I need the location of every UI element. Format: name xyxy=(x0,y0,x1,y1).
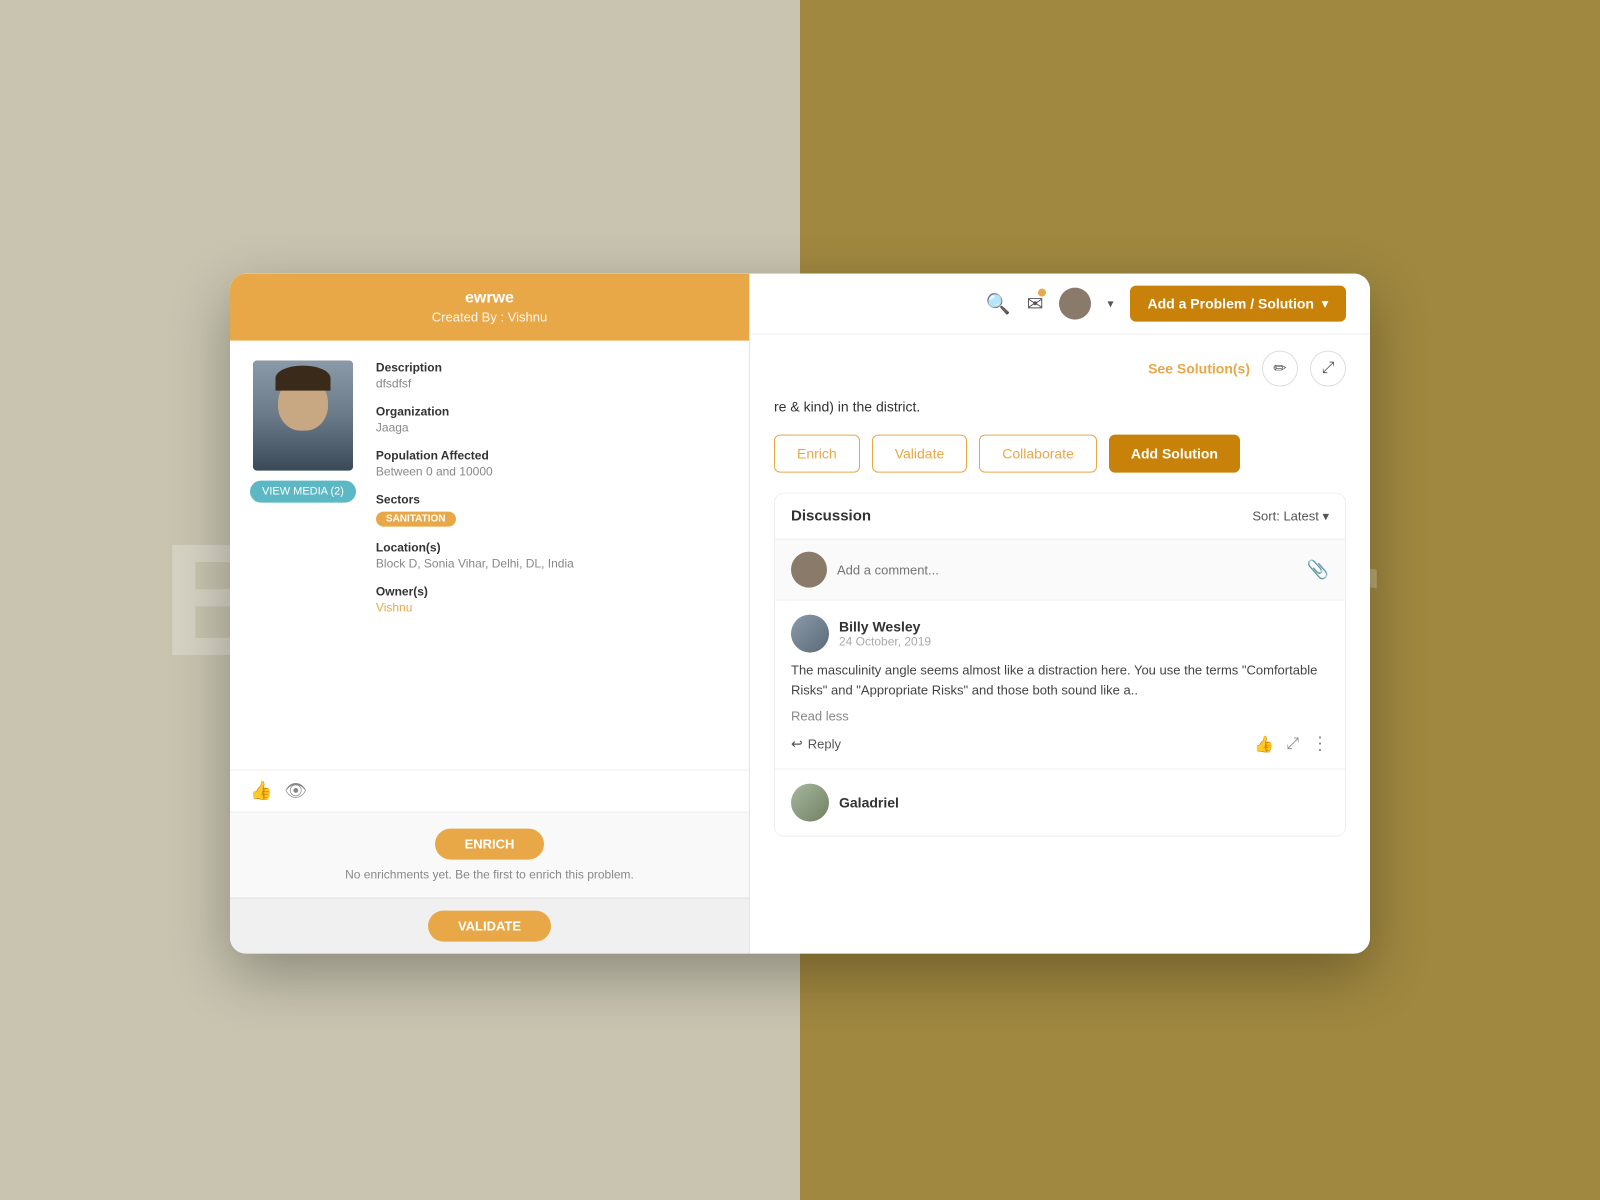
comment-date: 24 October, 2019 xyxy=(839,635,931,649)
action-buttons: Enrich Validate Collaborate Add Solution xyxy=(774,435,1346,473)
comment-more-button[interactable]: ⋮ xyxy=(1311,734,1329,755)
see-solutions-link[interactable]: See Solution(s) xyxy=(1148,361,1250,377)
validate-large-button[interactable]: VALIDATE xyxy=(428,911,551,942)
sector-badge: SANITATION xyxy=(376,512,456,527)
right-panel: 🔍 ✉ ▾ Add a Problem / Solution ▾ See Sol… xyxy=(750,274,1370,954)
view-media-button[interactable]: VIEW MEDIA (2) xyxy=(250,481,356,503)
comment-card-preview: Galadriel xyxy=(775,770,1345,836)
comment-avatar-galadriel xyxy=(791,784,829,822)
details-section: Description dfsdfsf Organization Jaaga P… xyxy=(376,361,729,750)
enrich-button[interactable]: Enrich xyxy=(774,435,860,473)
organization-row: Organization Jaaga xyxy=(376,405,729,435)
person-face-illustration xyxy=(253,361,353,471)
add-solution-button[interactable]: Add Solution xyxy=(1109,435,1240,473)
problem-title: ewrwe xyxy=(250,290,729,308)
comment-card: Billy Wesley 24 October, 2019 The mascul… xyxy=(775,601,1345,770)
comment-username: Billy Wesley xyxy=(839,619,931,635)
main-container: ewrwe Created By : Vishnu VIEW MEDIA (2)… xyxy=(230,274,1370,954)
view-icon-button[interactable]: 👁 xyxy=(284,781,307,802)
comment-share-button[interactable]: ⤢ xyxy=(1286,735,1299,753)
read-less-link[interactable]: Read less xyxy=(791,709,849,724)
description-value: dfsdfsf xyxy=(376,377,729,391)
current-user-avatar xyxy=(791,552,827,588)
enrich-section: ENRICH No enrichments yet. Be the first … xyxy=(230,812,749,898)
add-problem-button[interactable]: Add a Problem / Solution ▾ xyxy=(1130,286,1346,322)
location-row: Location(s) Block D, Sonia Vihar, Delhi,… xyxy=(376,541,729,571)
chevron-down-icon[interactable]: ▾ xyxy=(1107,297,1113,311)
bottom-bar: 👍 👁 xyxy=(230,770,749,812)
collaborate-button[interactable]: Collaborate xyxy=(979,435,1097,473)
comment-user-row-galadriel: Galadriel xyxy=(791,784,1329,822)
problem-description-text: re & kind) in the district. xyxy=(774,399,1346,415)
population-value: Between 0 and 10000 xyxy=(376,465,729,479)
comment-user-row: Billy Wesley 24 October, 2019 xyxy=(791,615,1329,653)
comment-avatar-billy xyxy=(791,615,829,653)
location-label: Location(s) xyxy=(376,541,729,555)
like-icon-button[interactable]: 👍 xyxy=(250,781,272,802)
user-avatar[interactable] xyxy=(1059,288,1091,320)
location-value: Block D, Sonia Vihar, Delhi, DL, India xyxy=(376,557,729,571)
add-problem-chevron: ▾ xyxy=(1322,297,1328,311)
search-icon[interactable]: 🔍 xyxy=(986,291,1011,316)
comment-user-info: Billy Wesley 24 October, 2019 xyxy=(839,619,931,649)
owner-row: Owner(s) Vishnu xyxy=(376,585,729,615)
validate-section: VALIDATE xyxy=(230,898,749,954)
comment-username-galadriel: Galadriel xyxy=(839,795,899,811)
mail-icon[interactable]: ✉ xyxy=(1027,291,1044,316)
comment-input-row: 📎 xyxy=(775,540,1345,601)
comment-input[interactable] xyxy=(837,562,1297,577)
enrich-note: No enrichments yet. Be the first to enri… xyxy=(250,868,729,882)
profile-section: VIEW MEDIA (2) xyxy=(250,361,356,750)
discussion-panel: Discussion Sort: Latest ▾ 📎 Billy Wesley… xyxy=(774,493,1346,837)
population-row: Population Affected Between 0 and 10000 xyxy=(376,449,729,479)
add-problem-label: Add a Problem / Solution xyxy=(1148,296,1314,312)
sort-dropdown[interactable]: Sort: Latest ▾ xyxy=(1252,508,1329,524)
reply-label: Reply xyxy=(808,737,841,752)
notification-dot xyxy=(1038,288,1046,296)
content-area: See Solution(s) ✏ ⤢ re & kind) in the di… xyxy=(750,335,1370,954)
attach-icon[interactable]: 📎 xyxy=(1307,559,1329,580)
sectors-row: Sectors SANITATION xyxy=(376,493,729,527)
owner-link[interactable]: Vishnu xyxy=(376,601,729,615)
discussion-title: Discussion xyxy=(791,508,871,525)
discussion-header: Discussion Sort: Latest ▾ xyxy=(775,494,1345,540)
description-label: Description xyxy=(376,361,729,375)
organization-value: Jaaga xyxy=(376,421,729,435)
organization-label: Organization xyxy=(376,405,729,419)
share-icon-button[interactable]: ⤢ xyxy=(1310,351,1346,387)
reply-button[interactable]: ↩ Reply xyxy=(791,736,841,753)
left-panel: ewrwe Created By : Vishnu VIEW MEDIA (2)… xyxy=(230,274,750,954)
sectors-label: Sectors xyxy=(376,493,729,507)
comment-like-button[interactable]: 👍 xyxy=(1254,734,1274,754)
profile-image xyxy=(253,361,353,471)
reply-icon: ↩ xyxy=(791,736,803,753)
population-label: Population Affected xyxy=(376,449,729,463)
enrich-large-button[interactable]: ENRICH xyxy=(435,829,545,860)
edit-icon-button[interactable]: ✏ xyxy=(1262,351,1298,387)
validate-button[interactable]: Validate xyxy=(872,435,968,473)
description-row: Description dfsdfsf xyxy=(376,361,729,391)
problem-created-by: Created By : Vishnu xyxy=(250,310,729,325)
comment-text: The masculinity angle seems almost like … xyxy=(791,661,1329,700)
owner-label: Owner(s) xyxy=(376,585,729,599)
comment-actions: ↩ Reply 👍 ⤢ ⋮ xyxy=(791,734,1329,755)
problem-content: VIEW MEDIA (2) Description dfsdfsf Organ… xyxy=(230,341,749,770)
problem-header: ewrwe Created By : Vishnu xyxy=(230,274,749,341)
solution-row: See Solution(s) ✏ ⤢ xyxy=(774,351,1346,387)
navbar: 🔍 ✉ ▾ Add a Problem / Solution ▾ xyxy=(750,274,1370,335)
